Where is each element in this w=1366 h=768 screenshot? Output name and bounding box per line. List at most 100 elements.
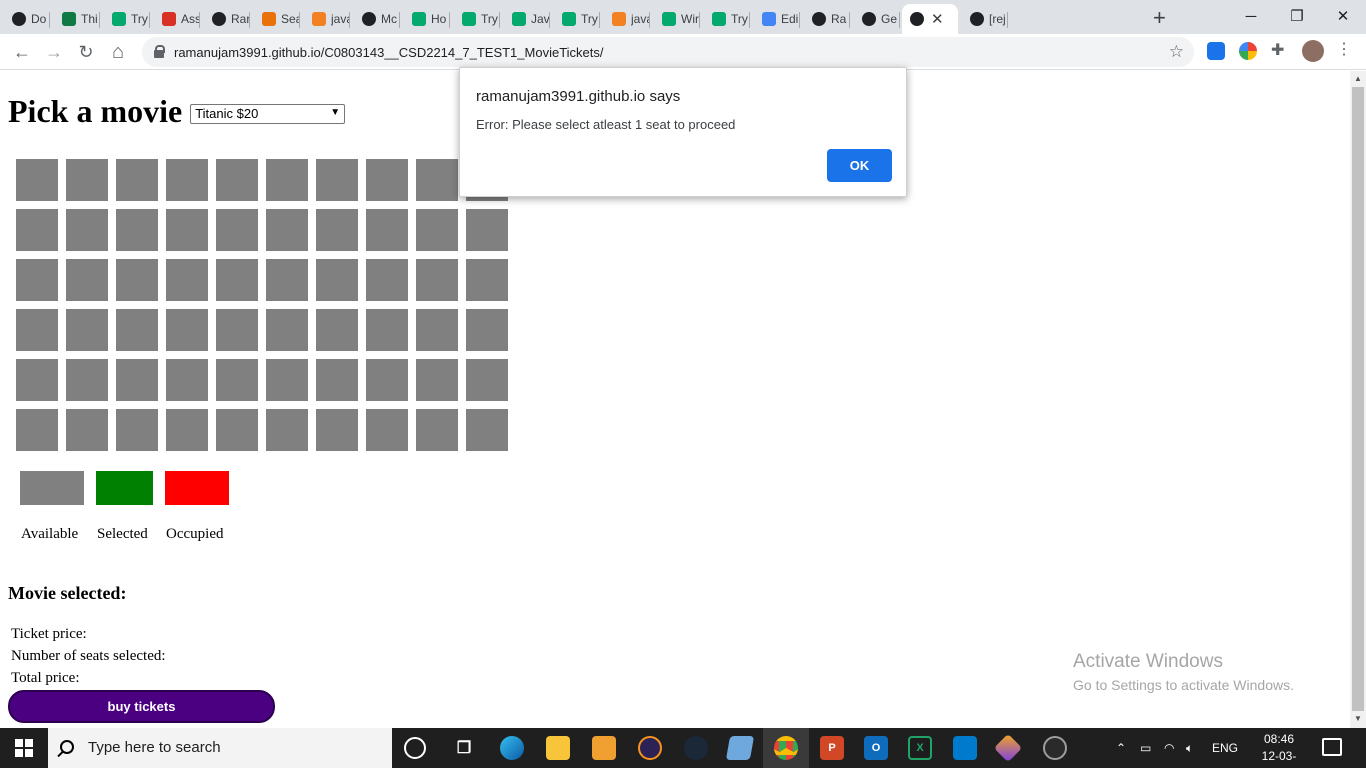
seat[interactable] [216, 159, 258, 201]
browser-tab[interactable]: Jav [504, 4, 550, 34]
profile-avatar[interactable] [1302, 40, 1324, 62]
dialog-ok-button[interactable]: OK [827, 149, 892, 182]
bookmark-star-icon[interactable]: ☆ [1169, 42, 1184, 62]
seat[interactable] [466, 359, 508, 401]
seat[interactable] [116, 359, 158, 401]
seat[interactable] [316, 309, 358, 351]
browser-tab[interactable]: Sea [254, 4, 300, 34]
forward-button[interactable]: → [40, 38, 68, 66]
reload-button[interactable]: ↻ [72, 38, 100, 66]
address-bar[interactable]: ramanujam3991.github.io/C0803143__CSD221… [142, 37, 1194, 67]
seat[interactable] [166, 309, 208, 351]
seat[interactable] [466, 409, 508, 451]
extension-icon[interactable] [1207, 42, 1225, 60]
minimize-button[interactable]: ─ [1228, 0, 1274, 32]
cortana-icon[interactable] [404, 737, 426, 759]
seat[interactable] [316, 259, 358, 301]
seat[interactable] [416, 209, 458, 251]
seat[interactable] [166, 259, 208, 301]
puzzle-icon[interactable]: ✚ [1271, 40, 1289, 59]
browser-tab[interactable]: Ho [404, 4, 450, 34]
excel-icon[interactable]: X [908, 736, 932, 760]
seat[interactable] [266, 409, 308, 451]
seat[interactable] [316, 359, 358, 401]
seat[interactable] [416, 359, 458, 401]
steam-icon[interactable] [684, 736, 708, 760]
app-diamond-icon[interactable] [993, 733, 1023, 763]
seat[interactable] [366, 359, 408, 401]
seat[interactable] [466, 209, 508, 251]
store-icon[interactable] [592, 736, 616, 760]
browser-tab[interactable]: Try [454, 4, 500, 34]
browser-tab[interactable]: Mc [354, 4, 400, 34]
seat[interactable] [216, 309, 258, 351]
seat[interactable] [116, 159, 158, 201]
seat[interactable] [466, 259, 508, 301]
seat[interactable] [166, 359, 208, 401]
seat[interactable] [216, 209, 258, 251]
browser-tab[interactable]: Thi [54, 4, 100, 34]
url-text[interactable]: ramanujam3991.github.io/C0803143__CSD221… [174, 45, 604, 60]
new-tab-button[interactable]: + [1153, 5, 1166, 31]
edge-icon[interactable] [500, 736, 524, 760]
tray-chevron-up-icon[interactable]: ⌃ [1116, 728, 1126, 768]
seat[interactable] [16, 259, 58, 301]
task-view-icon[interactable]: ❐ [452, 736, 476, 760]
seat[interactable] [366, 309, 408, 351]
seat[interactable] [216, 259, 258, 301]
seat[interactable] [166, 409, 208, 451]
outlook-icon[interactable]: O [864, 736, 888, 760]
eclipse-icon[interactable] [638, 736, 662, 760]
page-scrollbar[interactable]: ▲ ▼ [1350, 71, 1366, 728]
seat[interactable] [16, 409, 58, 451]
scroll-thumb[interactable] [1352, 87, 1364, 711]
browser-tab[interactable]: ✕ [902, 4, 958, 34]
seat[interactable] [116, 209, 158, 251]
seat[interactable] [66, 209, 108, 251]
browser-tab[interactable]: [rej [962, 4, 1008, 34]
seat[interactable] [16, 359, 58, 401]
browser-tab[interactable]: Wir [654, 4, 700, 34]
seat[interactable] [66, 259, 108, 301]
buy-tickets-button[interactable]: buy tickets [8, 690, 275, 723]
browser-tab[interactable]: Try [104, 4, 150, 34]
seat[interactable] [16, 159, 58, 201]
seat[interactable] [266, 209, 308, 251]
seat[interactable] [266, 309, 308, 351]
browser-tab[interactable]: java [304, 4, 350, 34]
vscode-icon[interactable] [953, 736, 977, 760]
start-button[interactable] [0, 728, 48, 768]
seat[interactable] [316, 159, 358, 201]
seat[interactable] [466, 309, 508, 351]
powerpoint-icon[interactable]: P [820, 736, 844, 760]
browser-tab[interactable]: Try [704, 4, 750, 34]
seat[interactable] [116, 259, 158, 301]
scroll-up-arrow-icon[interactable]: ▲ [1354, 74, 1362, 83]
movie-select[interactable]: Titanic $20 ▼ [190, 103, 346, 124]
seat[interactable] [166, 159, 208, 201]
seat[interactable] [266, 259, 308, 301]
notepad-icon[interactable] [725, 736, 755, 760]
seat[interactable] [66, 409, 108, 451]
wifi-icon[interactable]: ◠ [1164, 728, 1174, 768]
seat[interactable] [416, 409, 458, 451]
seat[interactable] [116, 309, 158, 351]
home-button[interactable]: ⌂ [104, 38, 132, 66]
seat[interactable] [416, 159, 458, 201]
seat[interactable] [366, 259, 408, 301]
seat[interactable] [66, 359, 108, 401]
seat[interactable] [216, 409, 258, 451]
seat[interactable] [366, 209, 408, 251]
close-window-button[interactable]: ✕ [1320, 0, 1366, 32]
seat[interactable] [166, 209, 208, 251]
file-explorer-icon[interactable] [546, 736, 570, 760]
restore-button[interactable]: ❐ [1274, 0, 1320, 32]
scroll-down-arrow-icon[interactable]: ▼ [1354, 714, 1362, 723]
color-extension-icon[interactable] [1239, 42, 1257, 60]
chrome-icon[interactable] [774, 736, 798, 760]
seat[interactable] [366, 159, 408, 201]
browser-tab[interactable]: java [604, 4, 650, 34]
language-indicator[interactable]: ENG [1212, 728, 1238, 768]
seat[interactable] [366, 409, 408, 451]
seat[interactable] [266, 359, 308, 401]
